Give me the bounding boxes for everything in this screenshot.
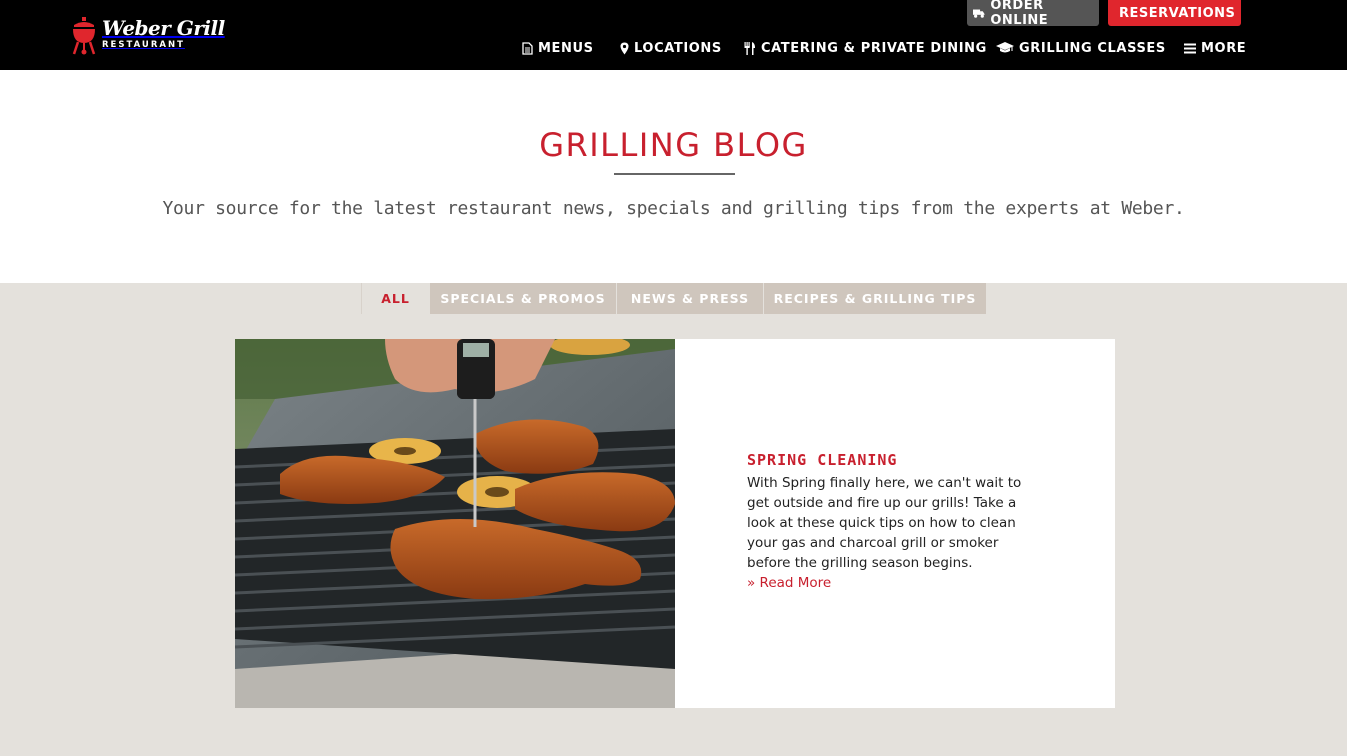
read-more-link[interactable]: » Read More	[747, 573, 1037, 593]
nav-locations-label: LOCATIONS	[634, 40, 722, 56]
nav-catering-label: CATERING & PRIVATE DINING	[761, 40, 987, 56]
logo-brand-text: Weber Grill	[102, 16, 225, 40]
order-online-button[interactable]: ORDER ONLINE	[967, 0, 1099, 28]
page-tagline: Your source for the latest restaurant ne…	[162, 198, 1185, 219]
hamburger-icon	[1184, 43, 1196, 53]
map-pin-icon	[620, 42, 629, 54]
logo[interactable]: Weber Grill RESTAURANT	[72, 17, 225, 55]
blog-post-card: SPRING CLEANING With Spring finally here…	[235, 339, 1115, 708]
post-image[interactable]	[235, 339, 675, 708]
page-title: GRILLING BLOG	[539, 126, 808, 164]
graduation-cap-icon	[996, 42, 1014, 53]
nav-more-label: MORE	[1201, 40, 1247, 56]
tab-all[interactable]: ALL	[361, 283, 430, 314]
nav-grilling-classes[interactable]: GRILLING CLASSES	[996, 39, 1166, 57]
title-divider	[614, 173, 735, 175]
site-header: Weber Grill RESTAURANT ORDER ONLINE RESE…	[0, 0, 1347, 70]
nav-menus[interactable]: MENUS	[522, 39, 594, 57]
grilled-chicken-photo	[235, 339, 675, 708]
post-body: SPRING CLEANING With Spring finally here…	[747, 451, 1037, 593]
nav-catering[interactable]: CATERING & PRIVATE DINING	[744, 39, 987, 57]
tab-news-press[interactable]: NEWS & PRESS	[617, 283, 764, 314]
nav-menus-label: MENUS	[538, 40, 594, 56]
nav-grilling-classes-label: GRILLING CLASSES	[1019, 40, 1166, 56]
reservations-button[interactable]: RESERVATIONS	[1108, 0, 1241, 26]
utensils-icon	[744, 41, 755, 55]
order-online-label: ORDER ONLINE	[990, 0, 1049, 28]
truck-icon	[973, 9, 985, 18]
blog-category-tabs: ALL SPECIALS & PROMOS NEWS & PRESS RECIP…	[361, 283, 987, 314]
nav-locations[interactable]: LOCATIONS	[620, 39, 722, 57]
post-title[interactable]: SPRING CLEANING	[747, 451, 1037, 469]
nav-more[interactable]: MORE	[1184, 39, 1246, 57]
tab-recipes-grilling-tips[interactable]: RECIPES & GRILLING TIPS	[764, 283, 987, 314]
document-icon	[522, 41, 533, 55]
logo-sub-text: RESTAURANT	[102, 40, 185, 50]
tab-specials-promos[interactable]: SPECIALS & PROMOS	[430, 283, 617, 314]
post-excerpt: With Spring finally here, we can't wait …	[747, 475, 1022, 571]
reservations-label: RESERVATIONS	[1119, 5, 1236, 21]
blog-intro: GRILLING BLOG Your source for the latest…	[0, 70, 1347, 283]
grill-kettle-icon	[72, 17, 96, 55]
